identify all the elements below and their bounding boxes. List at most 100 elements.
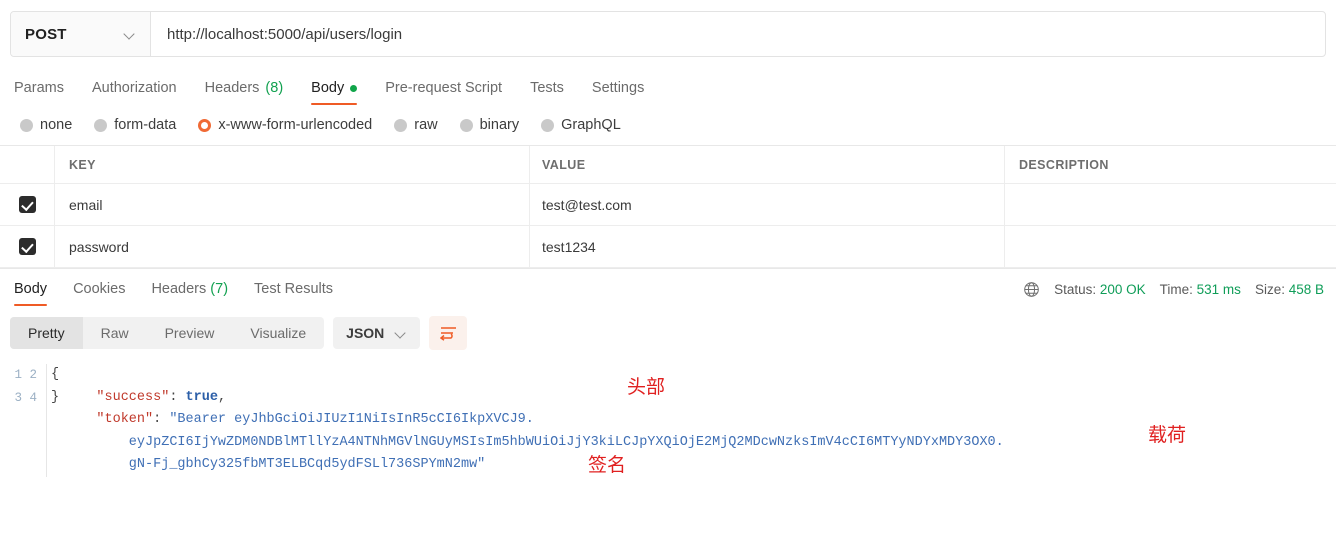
http-method-dropdown[interactable]: POST [11, 12, 151, 56]
row-key-cell[interactable]: email [55, 184, 530, 225]
row-description-cell[interactable] [1005, 184, 1336, 225]
response-bar: Body Cookies Headers (7) Test Results Statu… [0, 268, 1336, 306]
response-tab-label: Headers [151, 281, 211, 297]
request-url-input[interactable] [151, 12, 1325, 56]
body-type-radio-group: none form-data x-www-form-urlencoded raw bin… [0, 105, 1336, 145]
body-type-radio-x-www-form-urlencoded[interactable]: x-www-form-urlencoded [198, 117, 372, 133]
radio-button-icon [394, 118, 408, 132]
request-tab-label: Headers [204, 80, 260, 96]
response-tab-bar: Body Cookies Headers (7) Test Results [14, 281, 333, 306]
row-value-text: test1234 [542, 238, 596, 255]
row-checkbox[interactable] [18, 238, 36, 255]
row-checkbox[interactable] [18, 196, 36, 213]
chevron-down-icon [396, 328, 407, 339]
time-badge: Time: 531 ms [1159, 282, 1241, 297]
annotation-signature: 签名 [588, 454, 627, 476]
radio-button-icon [459, 118, 473, 132]
response-tab-test-results[interactable]: Test Results [254, 281, 333, 306]
status-badge: Status: 200 OK [1054, 282, 1146, 297]
request-tab-pre-request-script[interactable]: Pre-request Script [385, 80, 502, 105]
row-key-text: email [69, 196, 103, 213]
response-tab-cookies[interactable]: Cookies [73, 281, 125, 306]
chevron-down-icon [125, 29, 136, 40]
size-value: 458 B [1288, 282, 1324, 297]
response-format-dropdown[interactable]: JSON [333, 317, 421, 349]
row-value-cell[interactable]: test@test.com [530, 184, 1005, 225]
view-mode-visualize[interactable]: Visualize [232, 317, 324, 349]
radio-button-icon [198, 118, 212, 132]
response-tab-body[interactable]: Body [14, 281, 48, 306]
request-tab-label: Body [311, 80, 345, 96]
response-tab-label: Body [14, 281, 48, 297]
annotation-header: 头部 [627, 376, 666, 398]
view-mode-pretty[interactable]: Pretty [10, 317, 83, 349]
radio-button-icon [20, 118, 33, 132]
request-tab-count: (8) [265, 80, 284, 96]
request-tab-label: Settings [591, 80, 645, 96]
body-type-radio-label: GraphQL [561, 117, 621, 133]
request-url-bar: POST [10, 11, 1326, 57]
row-value-cell[interactable]: test1234 [530, 226, 1005, 267]
select-all-cell [0, 146, 55, 183]
table-row: email test@test.com [0, 184, 1336, 226]
body-modified-dot-icon [350, 84, 358, 92]
view-mode-preview[interactable]: Preview [147, 317, 233, 349]
body-type-radio-label: none [40, 117, 73, 133]
row-key-cell[interactable]: password [55, 226, 530, 267]
request-tab-label: Pre-request Script [385, 80, 503, 96]
request-tab-params[interactable]: Params [14, 80, 64, 105]
row-checkbox-cell [0, 184, 55, 225]
body-type-radio-none[interactable]: none [20, 117, 72, 133]
body-type-radio-label: binary [479, 117, 520, 133]
table-row: password test1234 [0, 226, 1336, 268]
word-wrap-button[interactable] [429, 316, 468, 350]
http-method-label: POST [25, 25, 67, 43]
row-description-cell[interactable] [1005, 226, 1336, 267]
response-json-code: "success": true, "token": "Bearer eyJhbG… [64, 389, 1004, 473]
word-wrap-icon [439, 326, 456, 341]
response-tab-label: Cookies [73, 281, 126, 297]
globe-icon [1024, 282, 1039, 297]
request-tab-label: Tests [530, 80, 564, 96]
request-tab-body[interactable]: Body [311, 80, 358, 105]
request-tab-tests[interactable]: Tests [530, 80, 564, 105]
request-tab-label: Params [14, 80, 64, 96]
radio-button-icon [94, 118, 108, 132]
row-value-text: test@test.com [542, 196, 632, 213]
column-header-description: DESCRIPTION [1019, 157, 1109, 172]
view-mode-segmented-control: Pretty Raw Preview Visualize [10, 317, 325, 349]
time-value: 531 ms [1196, 282, 1241, 297]
request-tab-authorization[interactable]: Authorization [92, 80, 177, 105]
code-fold-column: { } [46, 364, 64, 477]
response-view-toolbar: Pretty Raw Preview Visualize JSON [0, 306, 1336, 359]
body-type-radio-label: raw [414, 117, 438, 133]
response-code-viewer[interactable]: 1 2 3 4 { } "success": true, "token": "B… [0, 364, 1336, 477]
response-tab-count: (7) [210, 281, 229, 297]
request-tab-label: Authorization [91, 80, 177, 96]
table-header-row: KEY VALUE DESCRIPTION [0, 146, 1336, 184]
radio-button-icon [541, 118, 555, 132]
column-header-value: VALUE [542, 157, 586, 172]
column-header-key: KEY [69, 157, 96, 172]
body-type-radio-binary[interactable]: binary [459, 117, 520, 133]
status-value: 200 OK [1099, 282, 1146, 297]
request-tab-headers[interactable]: Headers (8) [205, 80, 284, 105]
row-key-text: password [69, 238, 129, 255]
response-format-label: JSON [346, 325, 385, 341]
response-tab-label: Test Results [254, 281, 334, 297]
request-tab-settings[interactable]: Settings [592, 80, 644, 105]
response-tab-headers[interactable]: Headers (7) [151, 281, 228, 306]
annotation-payload: 载荷 [1148, 424, 1187, 446]
body-type-radio-GraphQL[interactable]: GraphQL [541, 117, 621, 133]
body-type-radio-label: x-www-form-urlencoded [218, 117, 373, 133]
line-number-gutter: 1 2 3 4 [14, 368, 37, 405]
row-checkbox-cell [0, 226, 55, 267]
body-params-table: KEY VALUE DESCRIPTION email test@test.com… [0, 145, 1336, 268]
body-type-radio-form-data[interactable]: form-data [94, 117, 176, 133]
size-badge: Size: 458 B [1254, 282, 1324, 297]
view-mode-raw[interactable]: Raw [83, 317, 147, 349]
response-meta: Status: 200 OK Time: 531 ms Size: 458 B [1023, 281, 1324, 306]
request-tab-bar: Params Authorization Headers (8) Body Pre-req… [0, 65, 1336, 105]
body-type-radio-raw[interactable]: raw [394, 117, 438, 133]
body-type-radio-label: form-data [114, 117, 177, 133]
